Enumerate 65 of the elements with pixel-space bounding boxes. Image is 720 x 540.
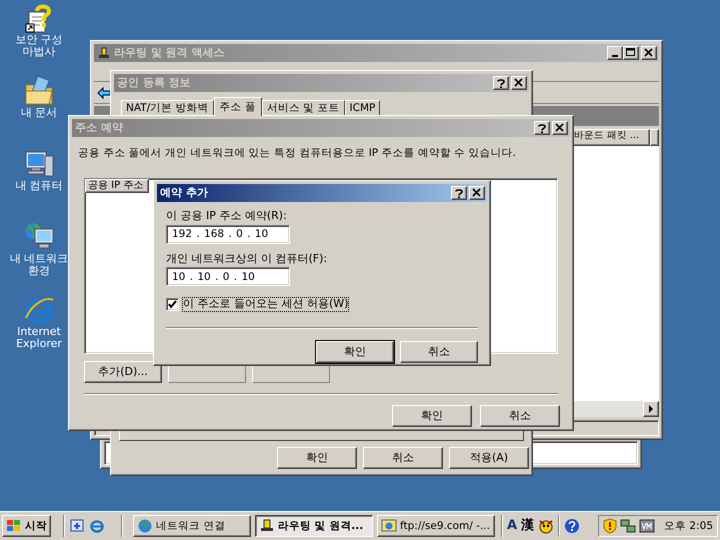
checkbox[interactable] — [166, 298, 179, 312]
ip-address-field[interactable]: 10 . 10 . 0 . 10 — [166, 267, 290, 286]
tab[interactable]: ICMP — [344, 100, 380, 116]
help-icon — [496, 78, 506, 88]
desktop-icon-label[interactable]: 보안 구성 마법사 — [1, 34, 77, 58]
field-label: 개인 네트워크상의 이 컴퓨터(F): — [166, 252, 328, 266]
start-button[interactable]: 시작 — [2, 515, 51, 537]
dialog-button[interactable]: 추가(D)... — [84, 361, 162, 383]
column-header[interactable] — [650, 129, 659, 146]
close-icon — [514, 78, 524, 88]
field-label: 이 공용 IP 주소 예약(R): — [166, 210, 288, 223]
globe-icon — [137, 518, 153, 534]
dialog-button[interactable]: 취소 — [400, 341, 478, 364]
browser-icon[interactable] — [89, 518, 105, 534]
folder-icon — [381, 518, 397, 534]
maximize-button[interactable] — [623, 46, 639, 60]
dialog-button[interactable]: 확인 — [392, 405, 472, 427]
help-icon — [454, 188, 464, 198]
help-button[interactable] — [493, 76, 509, 90]
close-button[interactable] — [469, 186, 485, 200]
close-icon — [472, 188, 482, 198]
minimize-icon — [612, 55, 618, 57]
windows-logo-icon — [6, 519, 22, 533]
close-icon — [644, 48, 654, 58]
dialog-button[interactable]: 확인 — [316, 341, 394, 364]
right-arrow-icon — [648, 405, 654, 413]
window-title: 주소 예약 — [75, 122, 123, 134]
help-icon — [537, 123, 547, 133]
minimize-button[interactable] — [607, 46, 623, 60]
maximize-icon — [626, 48, 636, 58]
dialog-button[interactable]: 확인 — [277, 447, 357, 469]
help-icon[interactable] — [564, 518, 580, 534]
tab[interactable]: NAT/기본 방화벽 — [121, 100, 214, 116]
description-text: 공용 주소 풀에서 개인 네트워크에 있는 특정 컴퓨터용으로 IP 주소를 예약할 수 있습니다. — [78, 147, 517, 160]
language-indicator[interactable]: 漢 — [521, 518, 534, 534]
tab[interactable]: 서비스 및 포트 — [262, 100, 345, 116]
back-arrow-icon[interactable] — [97, 86, 111, 98]
ip-address-field[interactable]: 192 . 168 . 0 . 10 — [166, 224, 290, 244]
clock[interactable]: 오후 2:05 — [664, 520, 713, 532]
dialog-button[interactable]: 취소 — [480, 405, 560, 427]
language-indicator[interactable]: A — [507, 518, 518, 534]
close-button[interactable] — [511, 76, 527, 90]
folder-icon[interactable] — [23, 75, 55, 107]
help-button[interactable] — [534, 121, 550, 135]
network-status-icon[interactable] — [620, 518, 636, 534]
help-button[interactable] — [451, 186, 467, 200]
smiley-icon[interactable] — [538, 518, 554, 534]
window-title: 라우팅 및 원격 액세스 — [114, 46, 224, 60]
window-title: 예약 추가 — [160, 186, 208, 200]
dialog-button[interactable]: 적용(A) — [449, 447, 529, 469]
tab[interactable]: 주소 풀 — [214, 97, 262, 116]
taskbar-button[interactable]: 네트워크 연결 — [133, 515, 251, 537]
desktop-icon-label[interactable]: 내 문서 — [1, 107, 77, 119]
taskbar-button[interactable]: ftp://se9.com/ -... — [377, 515, 495, 537]
window-title: 공인 등록 정보 — [117, 76, 191, 90]
checkbox-label[interactable]: 이 주소로 들어오는 세션 허용(W) — [183, 298, 348, 312]
shield-icon[interactable] — [603, 518, 618, 534]
close-button[interactable] — [552, 121, 568, 135]
column-header[interactable]: 공용 IP 주소 — [85, 179, 149, 193]
vm-icon[interactable] — [639, 518, 656, 534]
scroll-right-button[interactable] — [643, 401, 659, 417]
close-button[interactable] — [641, 46, 657, 60]
taskbar-button[interactable]: 라우팅 및 원격... — [255, 515, 373, 537]
close-icon — [555, 123, 565, 133]
dialog-button[interactable]: 취소 — [363, 447, 443, 469]
